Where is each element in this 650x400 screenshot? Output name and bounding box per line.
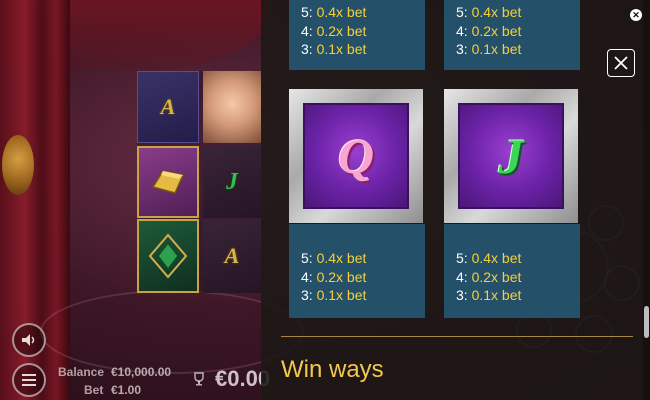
symbol-q: Q [337,128,375,184]
balance-label: Balance [58,365,105,379]
scrollbar-track[interactable] [643,0,650,400]
close-icon: ✕ [632,10,640,20]
close-icon [614,56,628,70]
close-paytable-button[interactable] [607,49,635,77]
reels: A J A [137,71,261,293]
curtain-tassel [2,135,34,195]
emerald-icon [148,233,188,279]
reel-cell: J [203,146,261,218]
bet-label: Bet [84,383,104,397]
sound-button[interactable] [12,323,46,357]
menu-icon [22,374,36,386]
trophy-icon [192,372,206,386]
reel-cell-emerald [137,219,199,293]
win-ways-heading: Win ways [281,356,384,383]
reel-cell-gold-bar [137,146,199,218]
reel-cell-character [203,71,261,143]
section-divider [281,336,633,337]
symbol-j-frame: J [444,89,578,223]
sound-icon [22,334,35,346]
symbol-q-tile: Q [303,103,409,209]
reel-cell: A [203,219,261,293]
bet-value: €1.00 [111,383,142,397]
payout-list-q: 5: 0.4x bet 4: 0.2x bet 3: 0.1x bet [301,250,367,303]
payout-list-j: 5: 0.4x bet 4: 0.2x bet 3: 0.1x bet [456,250,522,303]
menu-button[interactable] [12,363,46,397]
payout-list: 5: 0.4x bet 4: 0.2x bet 3: 0.1x bet [456,4,522,57]
symbol-j: J [498,128,524,184]
payout-list: 5: 0.4x bet 4: 0.2x bet 3: 0.1x bet [301,4,367,57]
reel-cell: A [137,71,199,143]
symbol-j: J [226,168,238,195]
symbol-q-frame: Q [289,89,423,223]
symbol-j-tile: J [458,103,564,209]
small-close-button[interactable]: ✕ [630,9,642,21]
gold-bar-icon [151,170,185,194]
symbol-a: A [160,94,176,119]
balance-value: €10,000.00 [111,365,172,379]
symbol-a: A [224,243,240,268]
scrollbar-thumb[interactable] [644,306,649,338]
